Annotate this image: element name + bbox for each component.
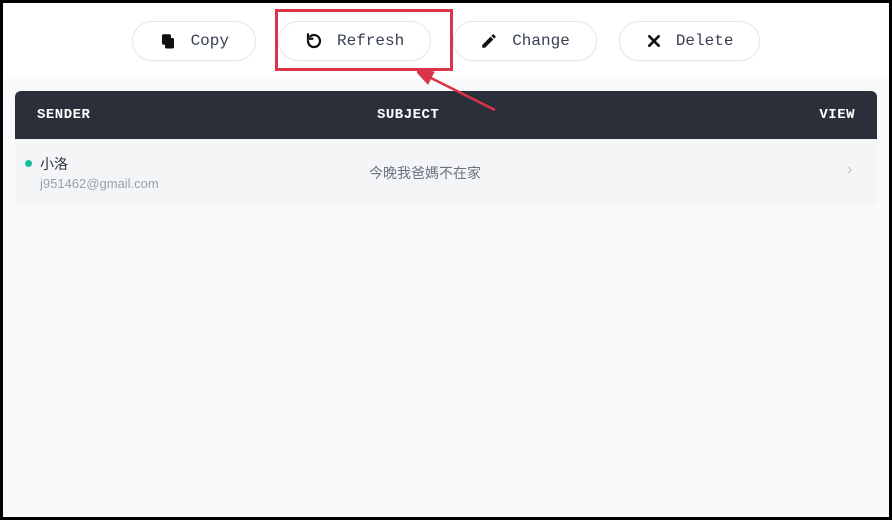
copy-button[interactable]: Copy: [132, 21, 256, 61]
refresh-button[interactable]: Refresh: [278, 21, 431, 61]
refresh-button-label: Refresh: [337, 32, 404, 50]
edit-icon: [480, 32, 498, 50]
sender-info: 小洛 j951462@gmail.com: [40, 154, 159, 191]
col-header-view: VIEW: [775, 107, 855, 123]
close-icon: [646, 33, 662, 49]
col-header-sender: SENDER: [37, 107, 377, 123]
subject-cell: 今晚我爸媽不在家: [365, 163, 795, 183]
table-header: SENDER SUBJECT VIEW: [15, 91, 877, 139]
refresh-icon: [305, 32, 323, 50]
unread-dot-icon: [25, 160, 32, 167]
sender-name: 小洛: [40, 154, 159, 174]
toolbar: Copy Refresh Change Delete: [3, 3, 889, 79]
copy-button-label: Copy: [191, 32, 229, 50]
copy-icon: [159, 32, 177, 50]
table-row[interactable]: 小洛 j951462@gmail.com 今晚我爸媽不在家: [15, 139, 877, 205]
sender-cell: 小洛 j951462@gmail.com: [25, 154, 365, 191]
change-button[interactable]: Change: [453, 21, 597, 61]
sender-email: j951462@gmail.com: [40, 176, 159, 191]
email-table: SENDER SUBJECT VIEW 小洛 j951462@gmail.com…: [15, 91, 877, 205]
delete-button[interactable]: Delete: [619, 21, 761, 61]
chevron-right-icon: [845, 163, 855, 177]
view-cell[interactable]: [795, 163, 855, 182]
delete-button-label: Delete: [676, 32, 734, 50]
email-list-panel: SENDER SUBJECT VIEW 小洛 j951462@gmail.com…: [3, 79, 889, 515]
col-header-subject: SUBJECT: [377, 107, 775, 123]
change-button-label: Change: [512, 32, 570, 50]
